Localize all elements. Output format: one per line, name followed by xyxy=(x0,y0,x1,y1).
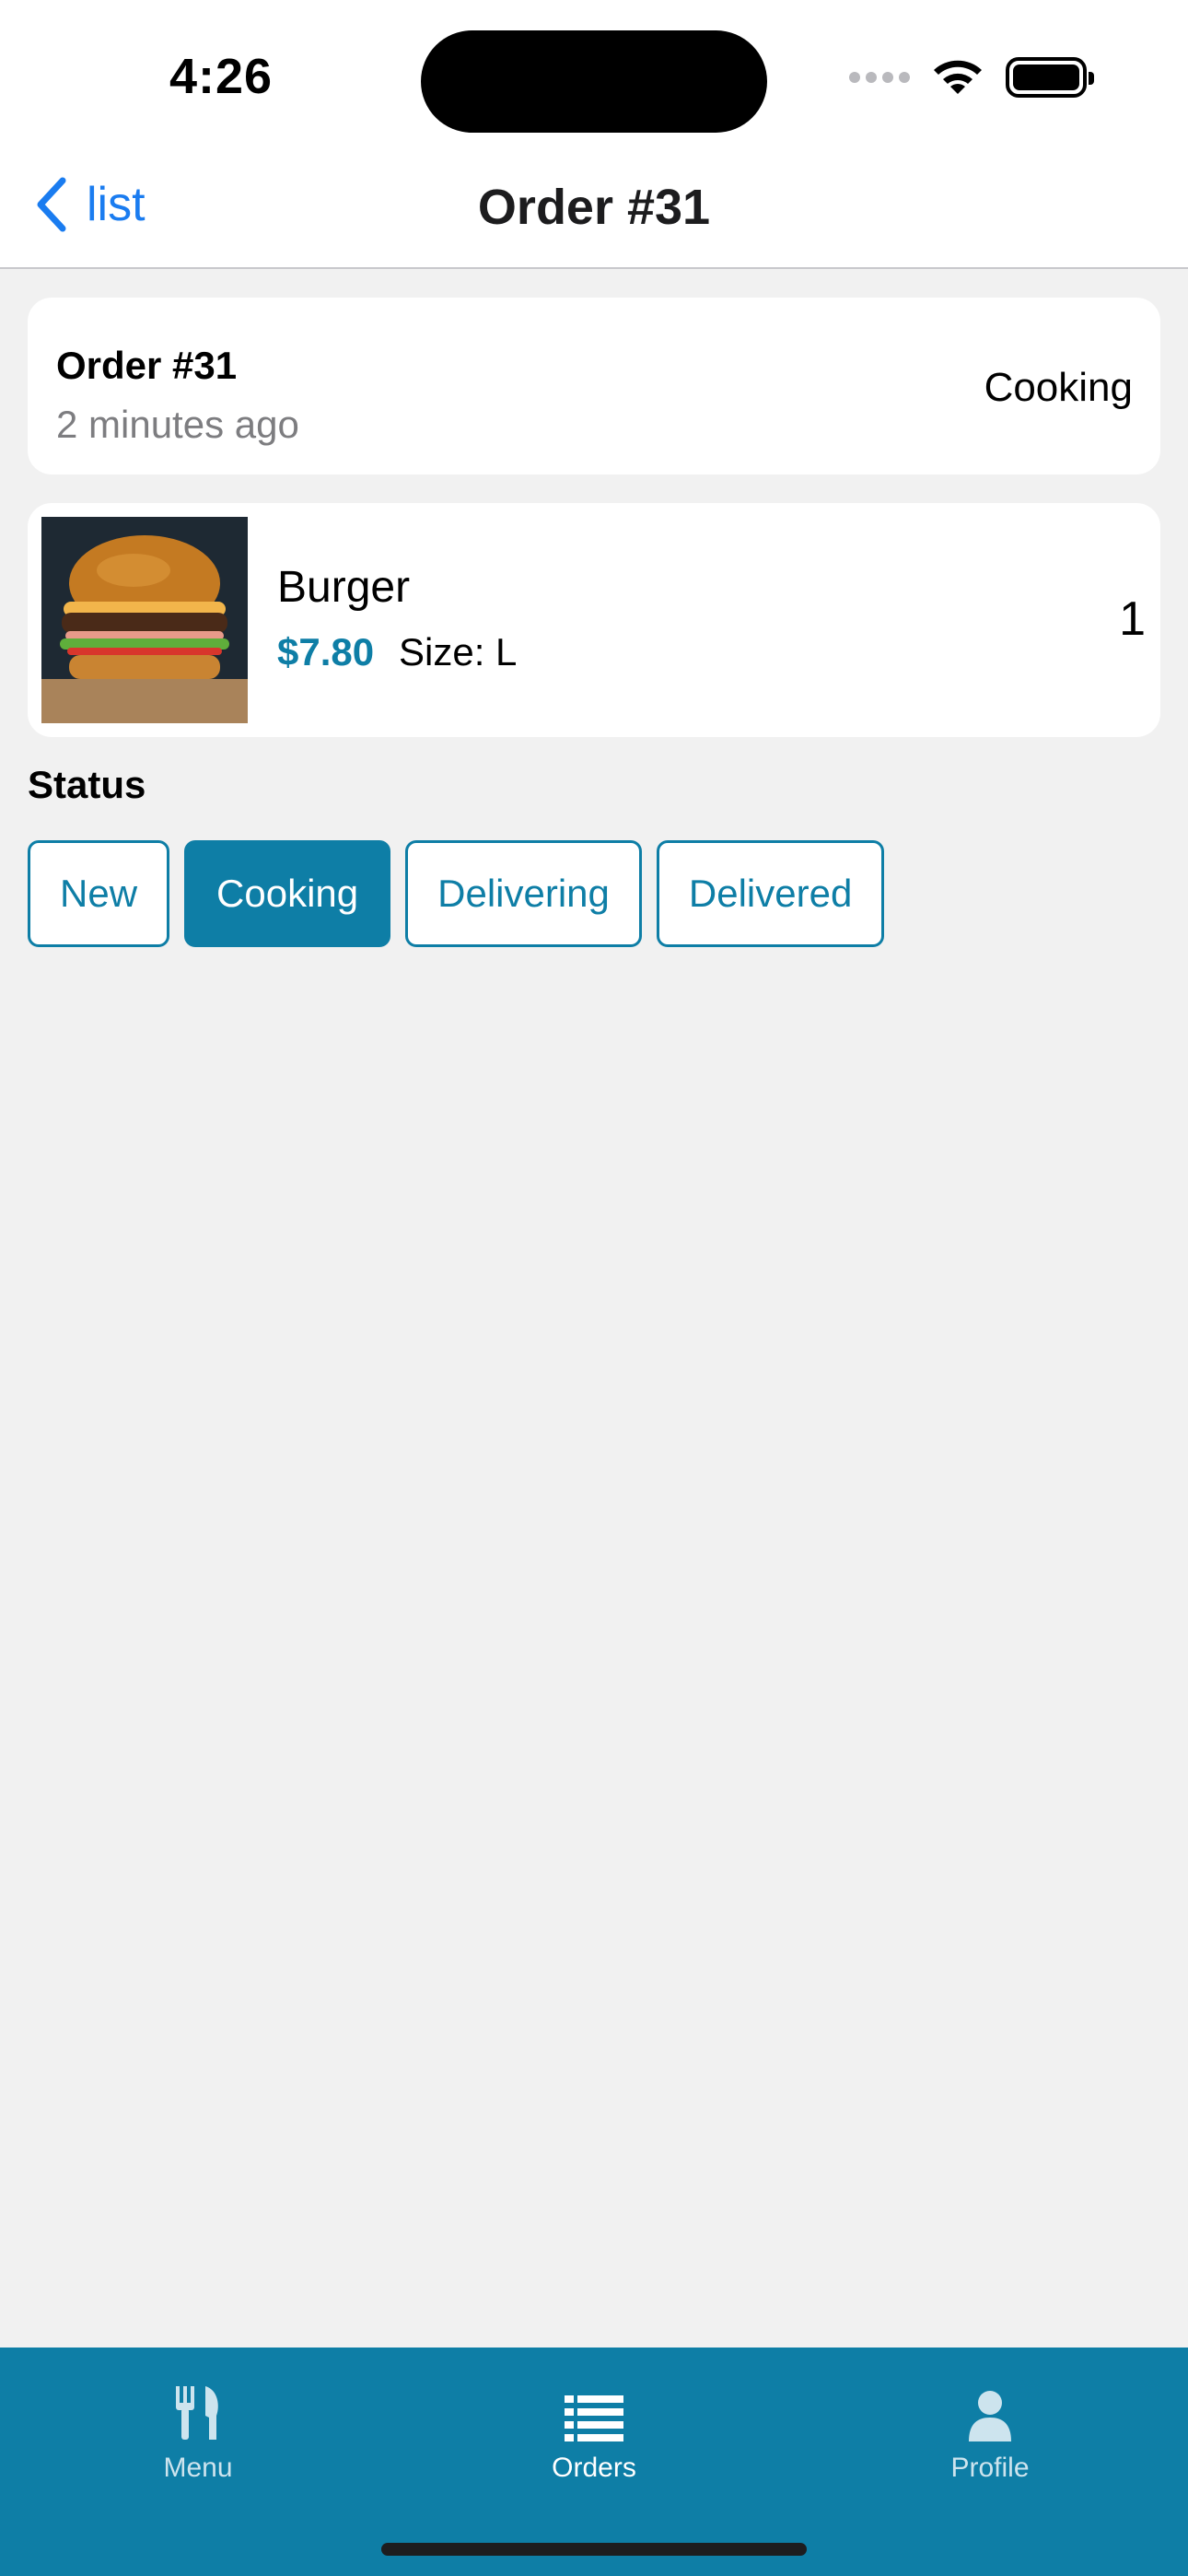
order-number: Order #31 xyxy=(56,344,238,387)
order-detail-screen: 4:26 list Order #31 Order #31 2 minutes … xyxy=(0,0,1188,2576)
wifi-icon xyxy=(934,60,982,94)
status-cooking-button[interactable]: Cooking xyxy=(184,840,391,947)
list-icon xyxy=(565,2395,623,2441)
tab-menu-label: Menu xyxy=(163,2453,233,2483)
tab-bar: Menu Orders Profile xyxy=(0,2348,1188,2576)
item-name: Burger xyxy=(277,563,411,612)
item-quantity: 1 xyxy=(1119,592,1146,646)
tab-menu[interactable]: Menu xyxy=(106,2375,290,2484)
page-title: Order #31 xyxy=(477,180,711,235)
status-icons xyxy=(849,57,1094,98)
order-summary-card: Order #31 2 minutes ago Cooking xyxy=(28,298,1160,474)
fork-knife-icon xyxy=(176,2386,218,2440)
status-section-label: Status xyxy=(28,763,146,806)
item-price: $7.80 xyxy=(277,630,375,673)
item-size: Size: L xyxy=(399,630,518,673)
tab-profile-label: Profile xyxy=(950,2453,1030,2483)
battery-icon xyxy=(1006,57,1094,98)
dynamic-island xyxy=(421,30,767,133)
order-time: 2 minutes ago xyxy=(56,403,299,446)
home-indicator[interactable] xyxy=(381,2543,807,2556)
cellular-signal-icon xyxy=(849,72,910,83)
tab-orders[interactable]: Orders xyxy=(502,2375,686,2484)
status-new-button[interactable]: New xyxy=(28,840,170,947)
tab-orders-label: Orders xyxy=(552,2453,636,2483)
status-options: New Cooking Delivering Delivered xyxy=(28,840,899,947)
header: 4:26 list Order #31 xyxy=(0,0,1188,269)
order-status-text: Cooking xyxy=(984,365,1133,410)
status-delivering-button[interactable]: Delivering xyxy=(405,840,642,947)
burger-image xyxy=(41,517,248,723)
status-time: 4:26 xyxy=(169,49,274,104)
status-delivered-button[interactable]: Delivered xyxy=(656,840,885,947)
tab-profile[interactable]: Profile xyxy=(898,2375,1082,2484)
order-item-card[interactable]: Burger $7.80 Size: L 1 xyxy=(28,503,1160,737)
person-icon xyxy=(969,2391,1011,2441)
